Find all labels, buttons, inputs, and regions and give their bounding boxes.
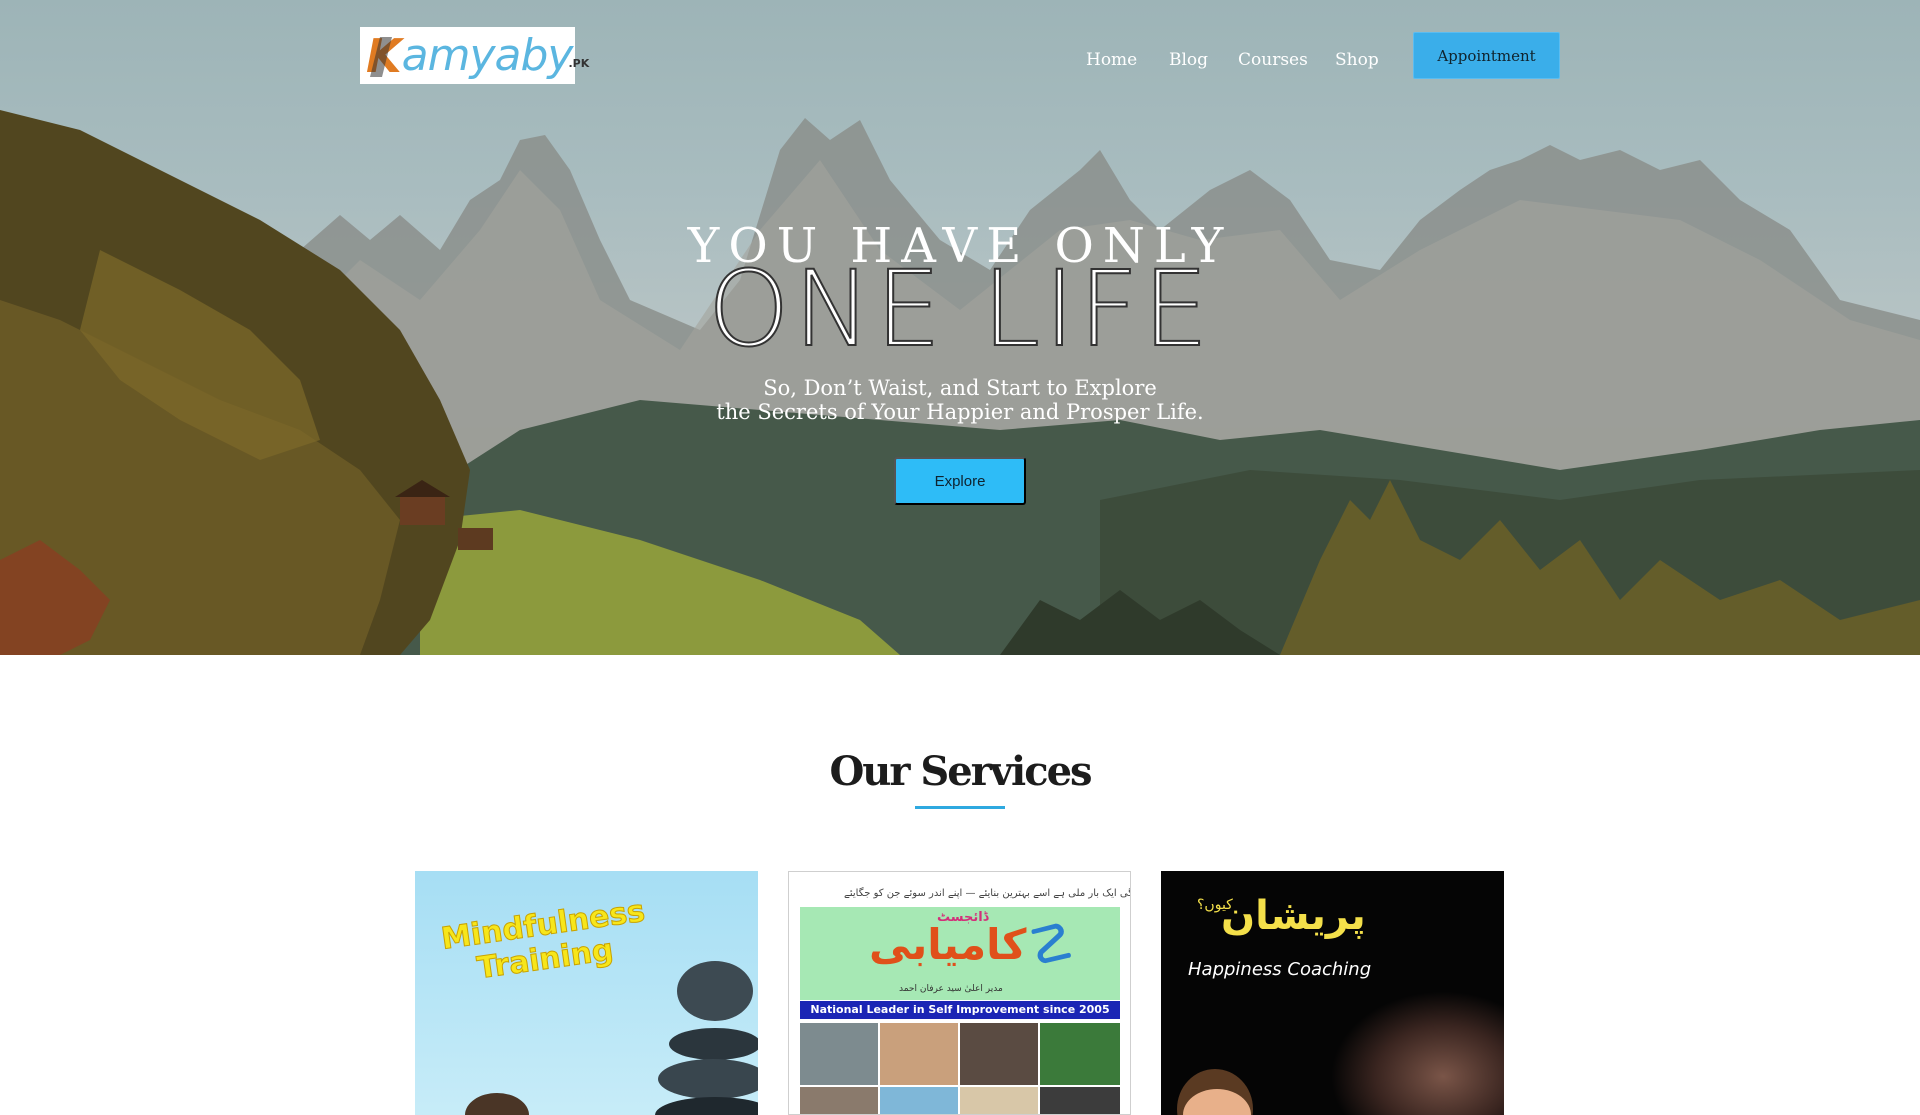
hero-subtitle-line2: the Secrets of Your Happier and Prosper … — [716, 400, 1204, 424]
service-card-kamyabi-digest[interactable]: زندگی ایک بار ملی ہے اسے بہترین بنایئے —… — [788, 871, 1131, 1115]
hero-section: K amyaby .PK Home Blog Courses Shop Appo… — [0, 0, 1920, 655]
happiness-subtitle: Happiness Coaching — [1188, 959, 1372, 980]
nav-shop[interactable]: Shop — [1335, 50, 1379, 70]
nav-home[interactable]: Home — [1086, 50, 1137, 70]
explore-button[interactable]: Explore — [894, 457, 1026, 505]
service-card-happiness-coaching[interactable]: پریشان کیوں؟ Happiness Coaching — [1161, 871, 1504, 1115]
nav-courses[interactable]: Courses — [1238, 50, 1308, 70]
happiness-why-urdu: کیوں؟ — [1197, 897, 1233, 913]
site-logo[interactable]: K amyaby .PK — [360, 27, 589, 84]
hero-heading-large: ONE LIFE — [707, 248, 1213, 370]
title-underline — [915, 806, 1005, 809]
service-card-mindfulness[interactable]: Mindfulness Training — [415, 871, 758, 1115]
services-title: Our Services — [829, 748, 1092, 795]
logo-mark: K — [366, 28, 402, 83]
logo-wordmark: amyaby — [401, 29, 574, 81]
logo-tld: .PK — [568, 57, 590, 70]
digest-photo-grid — [800, 1023, 1120, 1114]
hero-subtitle-line1: So, Don’t Waist, and Start to Explore — [763, 376, 1157, 400]
nav-blog[interactable]: Blog — [1169, 50, 1208, 70]
happiness-title-urdu: پریشان — [1221, 893, 1366, 939]
appointment-button[interactable]: Appointment — [1413, 32, 1560, 79]
